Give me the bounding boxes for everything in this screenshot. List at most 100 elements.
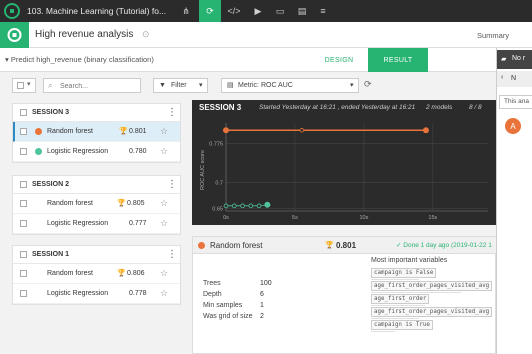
session-checkbox[interactable] <box>20 109 27 116</box>
chevron-down-icon: ▾ <box>5 55 9 64</box>
dashboard-icon[interactable]: ▭ <box>269 0 291 22</box>
session-checkbox[interactable] <box>20 251 27 258</box>
y-tick-label: 0.775 <box>209 142 223 148</box>
model-score: 0.805 <box>127 200 145 207</box>
menu-icon[interactable]: ≡ <box>312 0 334 22</box>
param-label: Min samples <box>203 302 243 309</box>
chart-icon: ▤ <box>227 82 234 89</box>
model-name[interactable]: Logistic Regression <box>47 148 108 155</box>
variable-tag: age_first_order <box>371 294 430 304</box>
project-title[interactable]: 103. Machine Learning (Tutorial) fo... <box>27 6 166 16</box>
model-checkbox[interactable] <box>20 148 27 155</box>
summary-link[interactable]: Summary <box>477 31 509 40</box>
importance-bar <box>371 279 419 280</box>
importance-bar <box>371 292 461 293</box>
kebab-menu-icon[interactable]: ⋮ <box>167 249 177 260</box>
done-status: ✓ Done 1 day ago (2019-01-22 1 <box>396 241 492 249</box>
predict-breadcrumb[interactable]: ▾ Predict high_revenue (binary classific… <box>5 55 154 64</box>
discussion-input[interactable]: This ana <box>499 95 532 109</box>
model-checkbox[interactable] <box>20 220 27 227</box>
x-tick-label: 10s <box>359 215 368 221</box>
data-point <box>422 127 429 134</box>
session-checkbox[interactable] <box>20 181 27 188</box>
model-row[interactable]: Logistic Regression 0.780 ☆ <box>13 142 180 162</box>
select-all-dropdown[interactable]: ▾ <box>12 78 36 93</box>
kebab-menu-icon[interactable]: ⋮ <box>167 107 177 118</box>
edit-icon[interactable]: ⊙ <box>142 29 150 40</box>
roc-auc-chart: ROC AUC score 0.775 0.7 0.650s 5s 10s 15s <box>200 123 488 221</box>
trophy-icon: 🏆 <box>117 200 126 207</box>
variables-list: campaign is False age_first_order_pages_v… <box>371 268 493 333</box>
param-value: 100 <box>260 280 272 287</box>
model-detail-panel: Random forest 🏆 0.801 ✓ Done 1 day ago (… <box>192 236 497 354</box>
param-row: Depth 6 <box>203 291 293 302</box>
model-row[interactable]: Random forest 🏆 0.805 ☆ <box>13 194 180 214</box>
star-icon[interactable]: ☆ <box>160 268 168 279</box>
data-point <box>223 203 229 209</box>
param-value: 2 <box>260 313 264 320</box>
session-title: SESSION 2 <box>32 181 69 188</box>
chevron-down-icon: ▾ <box>350 82 354 89</box>
variables-title: Most important variables <box>371 257 448 264</box>
model-name[interactable]: Logistic Regression <box>47 290 108 297</box>
session-1-card: SESSION 1 ⋮ Random forest 🏆 0.806 ☆ Logi… <box>12 245 181 305</box>
variable-tag: campaign is True <box>371 320 433 330</box>
model-name[interactable]: Logistic Regression <box>47 220 108 227</box>
model-score: 0.780 <box>129 148 147 155</box>
y-axis-label: ROC AUC score <box>200 150 206 190</box>
top-navigation-bar: 103. Machine Learning (Tutorial) fo... ⋔… <box>0 0 532 22</box>
dataiku-logo-icon[interactable] <box>4 3 20 19</box>
tab-design[interactable]: DESIGN <box>312 48 366 72</box>
model-row[interactable]: Random forest 🏆 0.801 ☆ <box>13 122 180 142</box>
search-input[interactable] <box>60 81 138 91</box>
star-icon[interactable]: ☆ <box>160 198 168 209</box>
model-checkbox[interactable] <box>20 200 27 207</box>
model-row[interactable]: Logistic Regression 0.777 ☆ <box>13 214 180 234</box>
variable-row: age_first_order_pages_visited_avg <box>371 281 493 294</box>
progress-count: 8 / 8 <box>469 104 482 111</box>
code-icon[interactable]: </> <box>223 0 245 22</box>
chat-icon: ▰ <box>501 56 507 63</box>
model-name[interactable]: Random forest <box>47 128 93 135</box>
model-checkbox[interactable] <box>20 270 27 277</box>
tab-result[interactable]: RESULT <box>368 48 428 72</box>
data-point <box>264 201 271 208</box>
detail-model-name[interactable]: Random forest <box>210 241 262 250</box>
important-variables: Most important variables campaign is Fal… <box>371 257 493 333</box>
model-row[interactable]: Random forest 🏆 0.806 ☆ <box>13 264 180 284</box>
checkbox-icon <box>17 82 24 89</box>
metric-label: Metric: ROC AUC <box>238 82 293 89</box>
filter-button[interactable]: ▼ Filter ▾ <box>153 78 208 93</box>
model-checkbox[interactable] <box>20 128 27 135</box>
check-icon: ✓ <box>396 242 402 249</box>
share-icon[interactable]: ⋔ <box>175 0 197 22</box>
star-icon[interactable]: ☆ <box>160 218 168 229</box>
recycle-icon[interactable]: ⟳ <box>199 0 221 22</box>
kebab-menu-icon[interactable]: ⋮ <box>167 179 177 190</box>
data-point <box>248 203 254 209</box>
metric-select[interactable]: ▤ Metric: ROC AUC ▾ <box>221 78 359 93</box>
back-icon[interactable]: ‹ <box>501 74 503 81</box>
model-name[interactable]: Random forest <box>47 270 93 277</box>
play-icon[interactable]: ▶ <box>247 0 269 22</box>
variable-tag: campaign is False <box>371 268 437 278</box>
refresh-icon[interactable]: ⟳ <box>364 79 372 90</box>
analysis-header: High revenue analysis ⊙ Summary <box>0 22 532 48</box>
chevron-down-icon: ▾ <box>199 82 203 89</box>
star-icon[interactable]: ☆ <box>160 146 168 157</box>
notebook-icon[interactable]: ▤ <box>291 0 313 22</box>
param-row: Trees 100 <box>203 280 293 291</box>
model-checkbox[interactable] <box>20 290 27 297</box>
done-label: Done 1 day ago (2019-01-22 1 <box>403 242 492 249</box>
importance-bar <box>371 305 425 306</box>
analysis-title[interactable]: High revenue analysis <box>35 29 133 40</box>
model-name[interactable]: Random forest <box>47 200 93 207</box>
trophy-icon: 🏆 <box>117 270 126 277</box>
star-icon[interactable]: ☆ <box>160 288 168 299</box>
filter-label: Filter <box>171 82 187 89</box>
param-label: Was grid of size <box>203 313 253 320</box>
variable-row: campaign is False <box>371 268 492 281</box>
model-row[interactable]: Logistic Regression 0.778 ☆ <box>13 284 180 304</box>
star-icon[interactable]: ☆ <box>160 126 168 137</box>
model-score: 0.806 <box>127 270 145 277</box>
